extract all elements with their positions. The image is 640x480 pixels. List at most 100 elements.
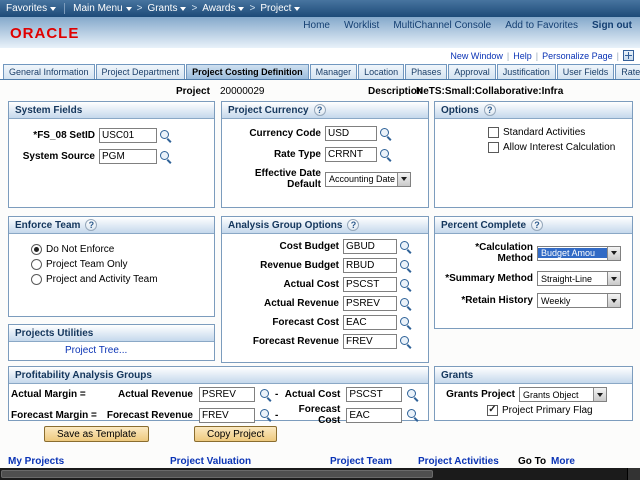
breadcrumb-awards[interactable]: Awards (202, 3, 245, 14)
lookup-icon[interactable] (399, 335, 413, 349)
horizontal-scrollbar[interactable] (0, 468, 640, 480)
project-team-link[interactable]: Project Team (330, 456, 392, 467)
tab-project-costing-definition[interactable]: Project Costing Definition (186, 64, 309, 79)
setid-input[interactable]: USC01 (99, 128, 157, 143)
select-value: Accounting Date (329, 174, 396, 184)
standard-activities-checkbox[interactable] (488, 127, 499, 138)
tab-general-information[interactable]: General Information (3, 64, 95, 79)
help-link[interactable]: Help (513, 51, 532, 61)
chevron-down-icon (50, 6, 57, 11)
scrollbar-thumb[interactable] (1, 470, 433, 478)
do-not-enforce-radio[interactable] (31, 244, 42, 255)
save-as-template-button[interactable]: Save as Template (44, 426, 150, 442)
project-valuation-link[interactable]: Project Valuation (170, 456, 251, 467)
tab-phases[interactable]: Phases (405, 64, 448, 79)
help-icon[interactable] (347, 219, 360, 231)
breadcrumb-grants[interactable]: Grants (147, 3, 187, 14)
lookup-icon[interactable] (399, 259, 413, 273)
project-team-only-radio[interactable] (31, 259, 42, 270)
lookup-icon[interactable] (406, 388, 420, 402)
group-title: Project Currency (228, 104, 309, 116)
breadcrumb-divider (64, 3, 66, 14)
forecast-cost-label: Forecast Cost (272, 317, 339, 328)
help-icon[interactable] (483, 104, 496, 116)
summary-method-select[interactable]: Straight-Line (537, 271, 621, 286)
calculation-method-select[interactable]: Budget Amou (537, 245, 621, 261)
allow-interest-calculation-checkbox[interactable] (488, 142, 499, 153)
summary-method-label: *Summary Method (445, 273, 533, 284)
tab-rates[interactable]: Rates (615, 64, 640, 79)
lookup-icon[interactable] (399, 278, 413, 292)
page-bar-divider: | (535, 50, 539, 61)
project-activities-link[interactable]: Project Activities (418, 456, 499, 467)
forecast-revenue-input[interactable]: FREV (199, 407, 255, 423)
revenue-budget-input[interactable]: RBUD (343, 258, 397, 273)
help-icon[interactable] (313, 104, 326, 116)
favorites-menu[interactable]: Favorites (6, 3, 57, 14)
new-window-link[interactable]: New Window (450, 51, 503, 61)
page-bar: New Window | Help | Personalize Page | (0, 48, 640, 63)
forecast-cost-input[interactable]: EAC (346, 407, 403, 423)
worklist-link[interactable]: Worklist (344, 20, 379, 31)
lookup-icon[interactable] (406, 408, 420, 422)
lookup-icon[interactable] (259, 388, 273, 402)
group-title: System Fields (9, 102, 214, 119)
retain-history-select[interactable]: Weekly (537, 293, 621, 308)
chevron-down-icon (125, 6, 132, 11)
cost-budget-input[interactable]: GBUD (343, 239, 397, 254)
actual-revenue-input[interactable]: PSREV (199, 387, 255, 402)
chevron-down-icon (180, 6, 187, 11)
dropdown-arrow-icon (607, 294, 620, 307)
lookup-icon[interactable] (159, 129, 173, 143)
description-value: NeTS:Small:Collaborative:Infra (416, 86, 564, 97)
tab-project-department[interactable]: Project Department (95, 64, 186, 79)
effective-date-default-select[interactable]: Accounting Date (325, 171, 411, 187)
lookup-icon[interactable] (399, 297, 413, 311)
actual-revenue-input[interactable]: PSREV (343, 296, 397, 311)
tab-manager[interactable]: Manager (309, 64, 358, 79)
grants-project-select[interactable]: Grants Object (519, 387, 607, 402)
tab-approval[interactable]: Approval (448, 64, 496, 79)
group-options: Options Standard Activities Allow Intere… (434, 101, 633, 208)
home-link[interactable]: Home (303, 20, 330, 31)
do-not-enforce-label: Do Not Enforce (46, 244, 115, 255)
lookup-icon[interactable] (379, 127, 393, 141)
scrollbar-corner (627, 468, 640, 480)
actual-cost-input[interactable]: PSCST (346, 387, 403, 402)
currency-code-input[interactable]: USD (325, 126, 377, 141)
forecast-cost-input[interactable]: EAC (343, 315, 397, 330)
rate-type-label: Rate Type (273, 149, 321, 160)
rate-type-input[interactable]: CRRNT (325, 147, 377, 162)
help-icon[interactable] (85, 219, 98, 231)
breadcrumb-main-menu[interactable]: Main Menu (73, 3, 132, 14)
lookup-icon[interactable] (259, 408, 273, 422)
lookup-icon[interactable] (399, 240, 413, 254)
system-source-input[interactable]: PGM (99, 149, 157, 164)
actual-cost-input[interactable]: PSCST (343, 277, 397, 292)
project-primary-flag-checkbox[interactable] (487, 405, 498, 416)
help-icon[interactable] (531, 219, 544, 231)
add-to-favorites-link[interactable]: Add to Favorites (505, 20, 578, 31)
lookup-icon[interactable] (159, 150, 173, 164)
copy-project-button[interactable]: Copy Project (194, 426, 278, 442)
tab-user-fields[interactable]: User Fields (556, 64, 615, 79)
forecast-revenue-input[interactable]: FREV (343, 334, 397, 349)
grid-icon[interactable] (623, 50, 634, 61)
breadcrumb-label: Grants (147, 3, 178, 14)
project-and-activity-team-radio[interactable] (31, 274, 42, 285)
project-tree-link[interactable]: Project Tree... (65, 345, 127, 356)
multichannel-console-link[interactable]: MultiChannel Console (393, 20, 491, 31)
personalize-page-link[interactable]: Personalize Page (542, 51, 613, 61)
lookup-icon[interactable] (379, 148, 393, 162)
tab-location[interactable]: Location (358, 64, 405, 79)
breadcrumb-project[interactable]: Project (260, 3, 301, 14)
group-analysis-group-options: Analysis Group Options Cost Budget GBUD … (221, 216, 429, 363)
goto-more-link[interactable]: More (551, 456, 575, 467)
tab-justification[interactable]: Justification (496, 64, 556, 79)
currency-code-label: Currency Code (249, 128, 321, 139)
lookup-icon[interactable] (399, 316, 413, 330)
group-grants: Grants Grants Project Grants Object Proj… (434, 366, 633, 421)
sign-out-link[interactable]: Sign out (592, 20, 632, 31)
forecast-revenue-label: Forecast Revenue (252, 336, 339, 347)
my-projects-link[interactable]: My Projects (8, 456, 64, 467)
